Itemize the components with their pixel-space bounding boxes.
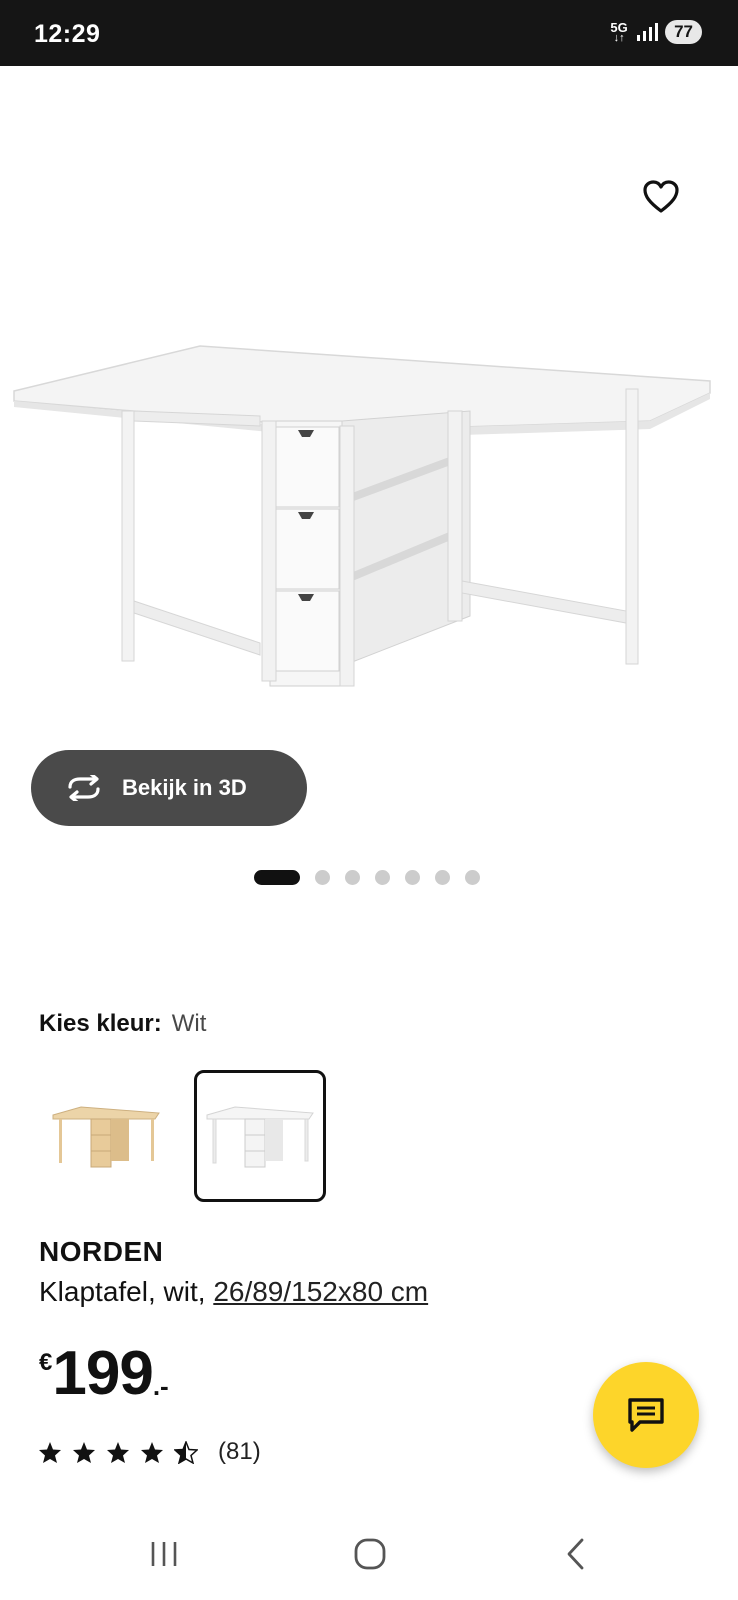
rating-count: (81) (218, 1438, 261, 1465)
recents-button[interactable] (134, 1532, 194, 1576)
carousel-dot[interactable] (375, 870, 390, 885)
favorite-button[interactable] (637, 173, 685, 221)
status-time: 12:29 (34, 20, 101, 48)
rating-stars (38, 1440, 198, 1464)
carousel-dot[interactable] (405, 870, 420, 885)
heart-outline-icon (643, 180, 679, 213)
star-full-icon (39, 1441, 61, 1463)
back-icon (567, 1538, 584, 1570)
rotate-arrows-icon (68, 775, 100, 801)
product-name: NORDEN (39, 1236, 164, 1267)
network-indicator: 5G ↓↑ (609, 21, 629, 44)
product-description-text: Klaptafel, wit, (39, 1276, 214, 1307)
swatch-white-image (206, 1106, 314, 1168)
carousel-dot[interactable] (315, 870, 330, 885)
star-full-icon (141, 1441, 163, 1463)
battery-indicator: 77 (665, 20, 702, 44)
color-swatch-white[interactable] (194, 1070, 326, 1202)
color-label: Kies kleur: Wit (39, 1010, 206, 1038)
product-description: Klaptafel, wit, 26/89/152x80 cm (39, 1276, 428, 1308)
signal-icon (637, 23, 659, 41)
carousel-dot[interactable] (345, 870, 360, 885)
star-full-icon (107, 1441, 129, 1463)
carousel-dot[interactable] (465, 870, 480, 885)
system-nav-bar (0, 1502, 738, 1600)
price-currency: € (39, 1349, 53, 1376)
view-3d-button[interactable]: Bekijk in 3D (31, 750, 307, 826)
product-dimensions-link[interactable]: 26/89/152x80 cm (213, 1276, 428, 1307)
status-icons: 5G ↓↑ 77 (609, 20, 702, 44)
swatch-birch-image (52, 1106, 160, 1168)
product-image (13, 345, 711, 687)
color-swatch-birch[interactable] (40, 1070, 172, 1202)
chat-bubble-icon (628, 1398, 664, 1432)
chat-button[interactable] (593, 1362, 699, 1468)
price-amount: 199 (52, 1339, 153, 1408)
recents-icon (151, 1542, 177, 1566)
product-rating[interactable]: (81) (38, 1438, 261, 1466)
star-full-icon (73, 1441, 95, 1463)
star-half-icon (174, 1440, 198, 1464)
product-price: € 199 .- (39, 1343, 169, 1405)
carousel-dot-active[interactable] (254, 870, 300, 885)
home-icon (354, 1538, 386, 1570)
color-label-text: Kies kleur: (39, 1010, 162, 1037)
color-swatches (40, 1070, 326, 1202)
price-suffix: .- (152, 1371, 169, 1401)
product-gallery[interactable]: Bekijk in 3D (0, 66, 738, 946)
back-button[interactable] (546, 1532, 606, 1576)
status-bar: 12:29 5G ↓↑ 77 (0, 0, 738, 66)
carousel-dot[interactable] (435, 870, 450, 885)
color-selected-value: Wit (171, 1010, 207, 1037)
view-3d-label: Bekijk in 3D (122, 775, 247, 800)
carousel-dots[interactable] (254, 870, 480, 885)
home-button[interactable] (340, 1532, 400, 1576)
